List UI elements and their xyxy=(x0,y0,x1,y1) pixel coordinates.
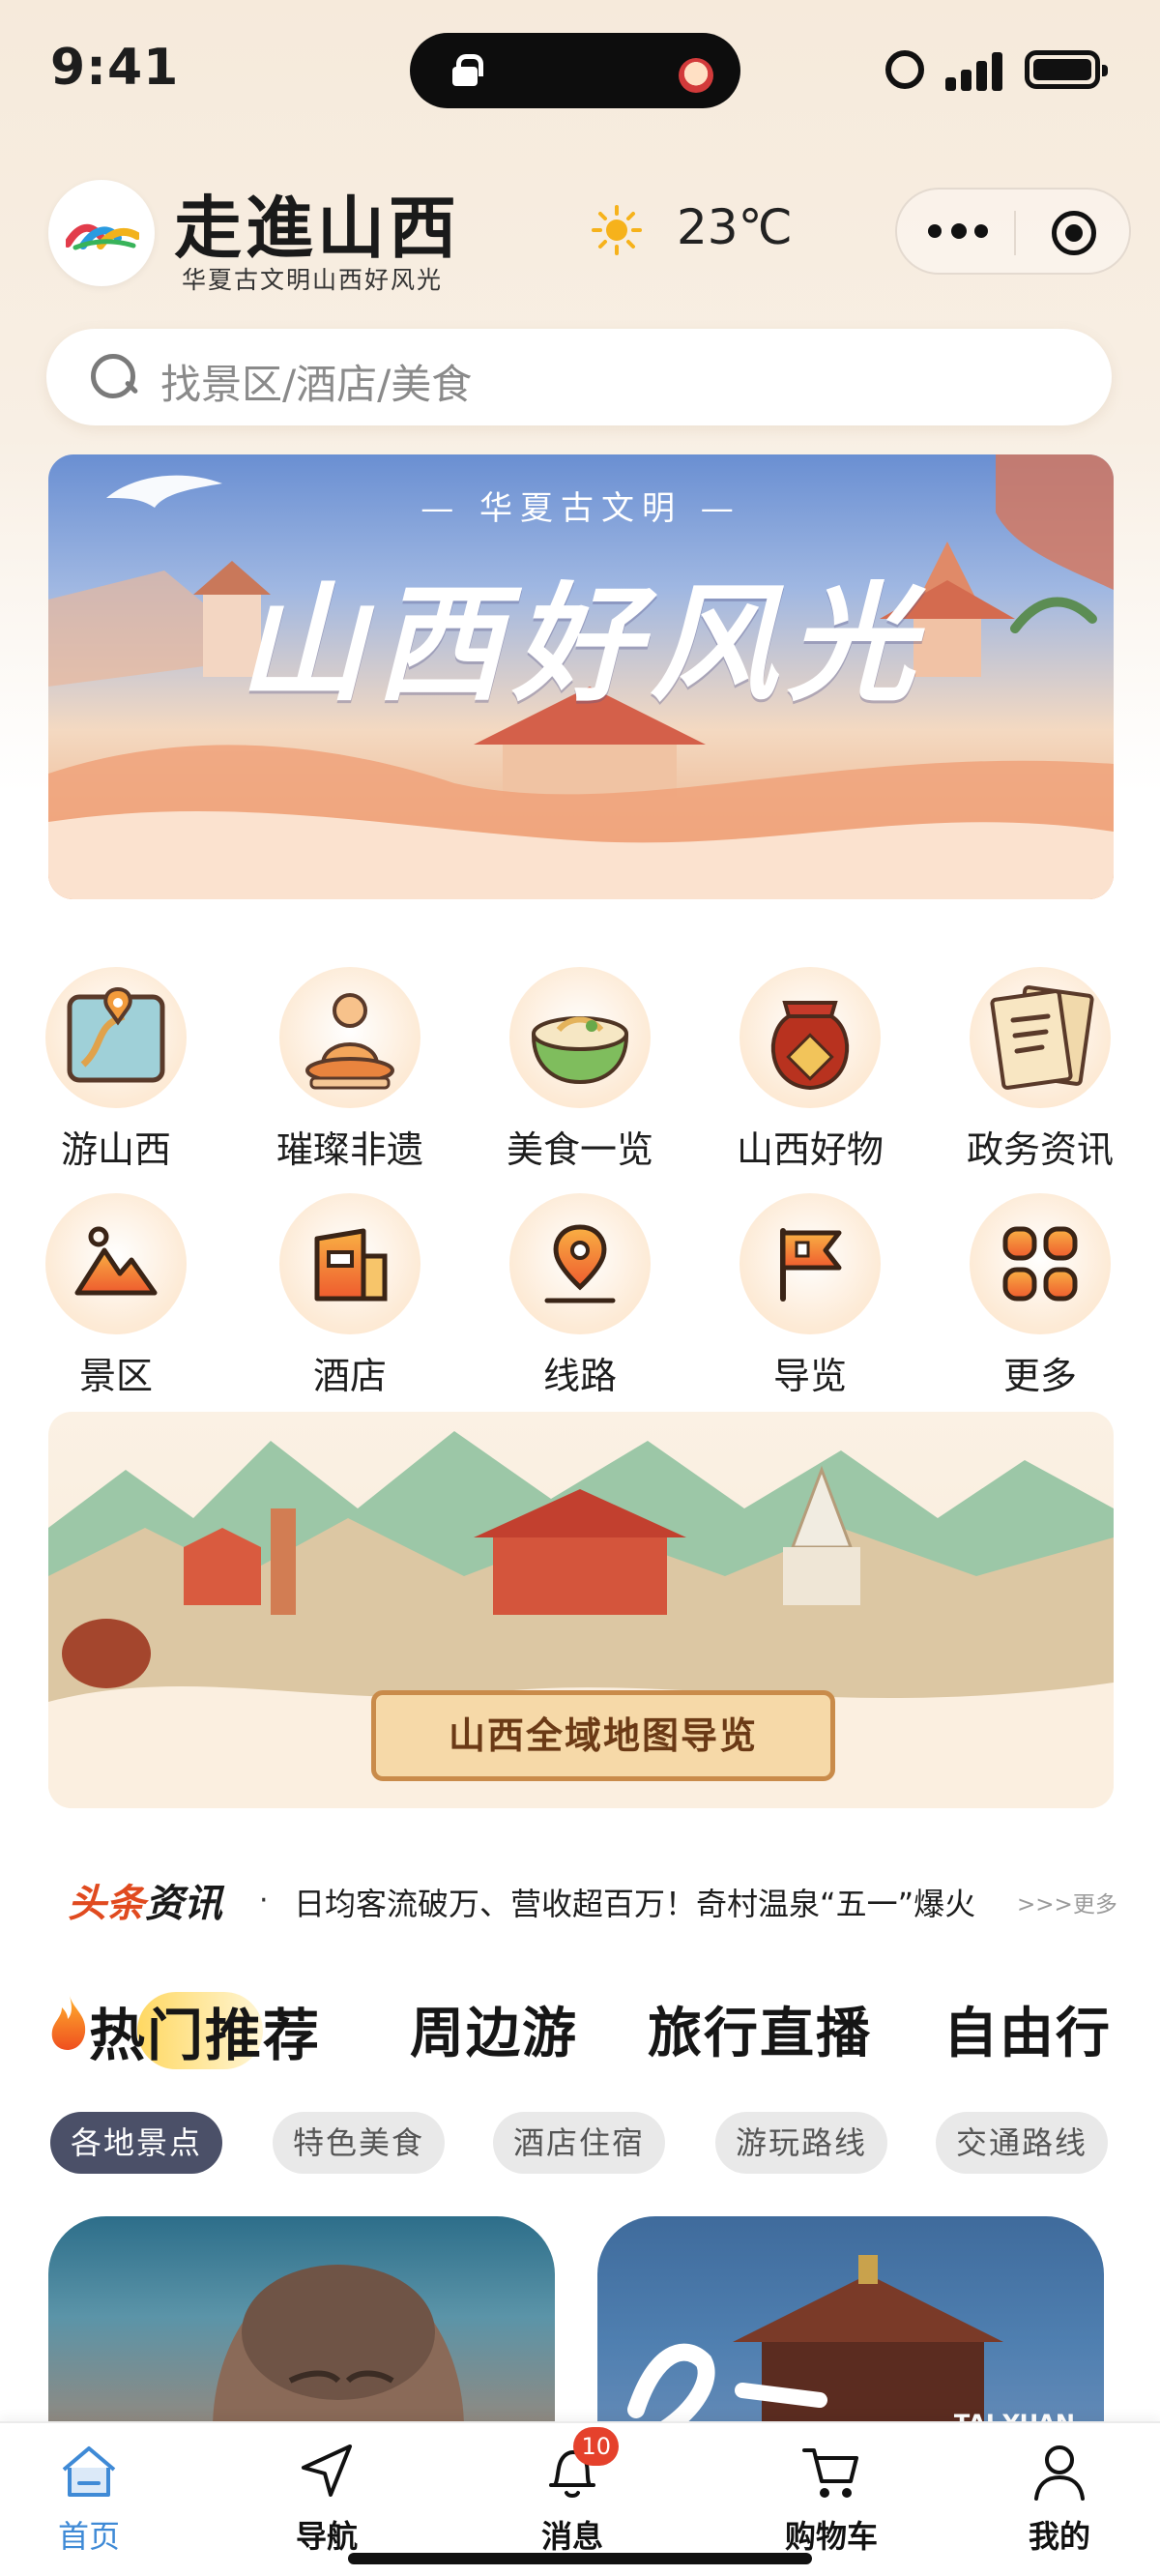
app-title: 走進山西 xyxy=(174,188,460,268)
news-more-link[interactable]: >>>更多 xyxy=(1017,1886,1117,1918)
category-hotel[interactable]: 酒店 xyxy=(253,1193,447,1399)
chip-traffic-routes[interactable]: 交通路线 xyxy=(936,2112,1108,2174)
news-badge-part2: 资讯 xyxy=(145,1882,222,1926)
category-label: 政务资讯 xyxy=(966,1128,1114,1171)
buddha-statue-icon xyxy=(279,967,420,1108)
temperature: 23℃ xyxy=(677,199,793,255)
category-local-goods[interactable]: 山西好物 xyxy=(713,967,907,1173)
chip-play-routes[interactable]: 游玩路线 xyxy=(715,2112,887,2174)
tabbar-profile[interactable]: 我的 xyxy=(982,2441,1137,2557)
tabbar-messages[interactable]: 10 消息 xyxy=(495,2427,650,2557)
category-label: 更多 xyxy=(1002,1355,1077,1397)
mountain-icon xyxy=(45,1193,187,1334)
search-bar[interactable]: 找景区/酒店/美食 xyxy=(46,329,1112,425)
flame-icon xyxy=(51,1996,86,2050)
sun-icon xyxy=(592,205,642,255)
chip-hotels[interactable]: 酒店住宿 xyxy=(493,2112,665,2174)
category-label: 景区 xyxy=(78,1355,153,1397)
map-guide-label: 山西全域地图导览 xyxy=(448,1714,758,1757)
hero-banner[interactable]: — 华夏古文明 — 山西好风光 xyxy=(48,454,1114,899)
battery-icon xyxy=(1025,50,1108,89)
tabbar-label: 我的 xyxy=(1028,2518,1090,2555)
miniprogram-capsule xyxy=(895,188,1131,275)
document-scroll-icon xyxy=(970,967,1111,1108)
tabbar-label: 首页 xyxy=(57,2518,120,2555)
category-intangible-heritage[interactable]: 璀璨非遗 xyxy=(253,967,447,1173)
tab-free-travel[interactable]: 自由行 xyxy=(943,1990,1112,2068)
status-time: 9:41 xyxy=(50,39,180,97)
tabbar-label: 消息 xyxy=(540,2518,603,2555)
category-guide[interactable]: 导览 xyxy=(713,1193,907,1399)
category-more[interactable]: 更多 xyxy=(943,1193,1137,1399)
tab-travel-live[interactable]: 旅行直播 xyxy=(648,1990,872,2068)
dynamic-island xyxy=(410,33,740,108)
category-label: 酒店 xyxy=(312,1355,387,1397)
news-badge-part1: 头条 xyxy=(68,1882,145,1926)
cart-icon xyxy=(800,2441,862,2503)
category-label: 美食一览 xyxy=(506,1128,653,1171)
news-separator: · xyxy=(259,1884,269,1917)
tabbar-label: 购物车 xyxy=(784,2518,878,2555)
more-options-icon[interactable] xyxy=(928,223,988,240)
noodle-bowl-icon xyxy=(509,967,651,1108)
mascot-icon xyxy=(679,58,713,93)
capsule-divider xyxy=(1014,211,1016,255)
tabbar-cart[interactable]: 购物车 xyxy=(754,2441,909,2557)
hotel-icon xyxy=(279,1193,420,1334)
tab-hot-recommend[interactable]: 热门推荐 xyxy=(89,1990,321,2071)
chip-scenic-spots[interactable]: 各地景点 xyxy=(50,2112,222,2174)
search-icon xyxy=(91,354,137,400)
news-headline[interactable]: 日均客流破万、营收超百万！奇村温泉“五一”爆火 xyxy=(294,1880,1009,1924)
alarm-icon xyxy=(885,50,924,89)
user-icon xyxy=(1029,2441,1090,2503)
app-subtitle: 华夏古文明山西好风光 xyxy=(182,266,444,294)
category-government-info[interactable]: 政务资讯 xyxy=(943,967,1137,1173)
tabbar-home[interactable]: 首页 xyxy=(12,2441,166,2557)
home-indicator xyxy=(348,2553,812,2564)
map-guide-plate: 山西全域地图导览 xyxy=(371,1690,835,1781)
map-route-icon xyxy=(45,967,187,1108)
bell-icon: 10 xyxy=(541,2427,619,2503)
tab-nearby-tour[interactable]: 周边游 xyxy=(410,1990,578,2068)
flag-icon xyxy=(740,1193,881,1334)
search-placeholder: 找景区/酒店/美食 xyxy=(160,361,473,408)
category-label: 游山西 xyxy=(60,1128,171,1171)
category-travel-shanxi[interactable]: 游山西 xyxy=(19,967,213,1173)
tabbar-navigation[interactable]: 导航 xyxy=(249,2441,404,2557)
category-label: 璀璨非遗 xyxy=(276,1128,423,1171)
close-miniprogram-icon[interactable] xyxy=(1052,211,1096,255)
chip-local-food[interactable]: 特色美食 xyxy=(273,2112,445,2174)
signal-icon xyxy=(945,50,1003,91)
message-count-badge: 10 xyxy=(573,2427,619,2466)
tabbar-label: 导航 xyxy=(295,2518,358,2555)
news-badge: 头条资讯 xyxy=(68,1872,222,1928)
hero-kicker: — 华夏古文明 — xyxy=(420,489,741,528)
category-scenic-spots[interactable]: 景区 xyxy=(19,1193,213,1399)
navigation-arrow-icon xyxy=(296,2441,358,2503)
map-guide-banner[interactable]: 山西全域地图导览 xyxy=(48,1412,1114,1808)
category-label: 山西好物 xyxy=(736,1128,884,1171)
vinegar-jar-icon xyxy=(740,967,881,1108)
category-label: 线路 xyxy=(542,1355,617,1397)
category-routes[interactable]: 线路 xyxy=(483,1193,677,1399)
category-label: 导览 xyxy=(772,1355,847,1397)
grid-more-icon xyxy=(970,1193,1111,1334)
app-logo xyxy=(48,180,155,286)
location-pin-icon xyxy=(509,1193,651,1334)
category-food[interactable]: 美食一览 xyxy=(483,967,677,1173)
logo-mark-icon xyxy=(66,223,139,250)
home-icon xyxy=(58,2441,120,2503)
hero-title: 山西好风光 xyxy=(238,570,924,719)
lock-icon xyxy=(452,54,483,86)
